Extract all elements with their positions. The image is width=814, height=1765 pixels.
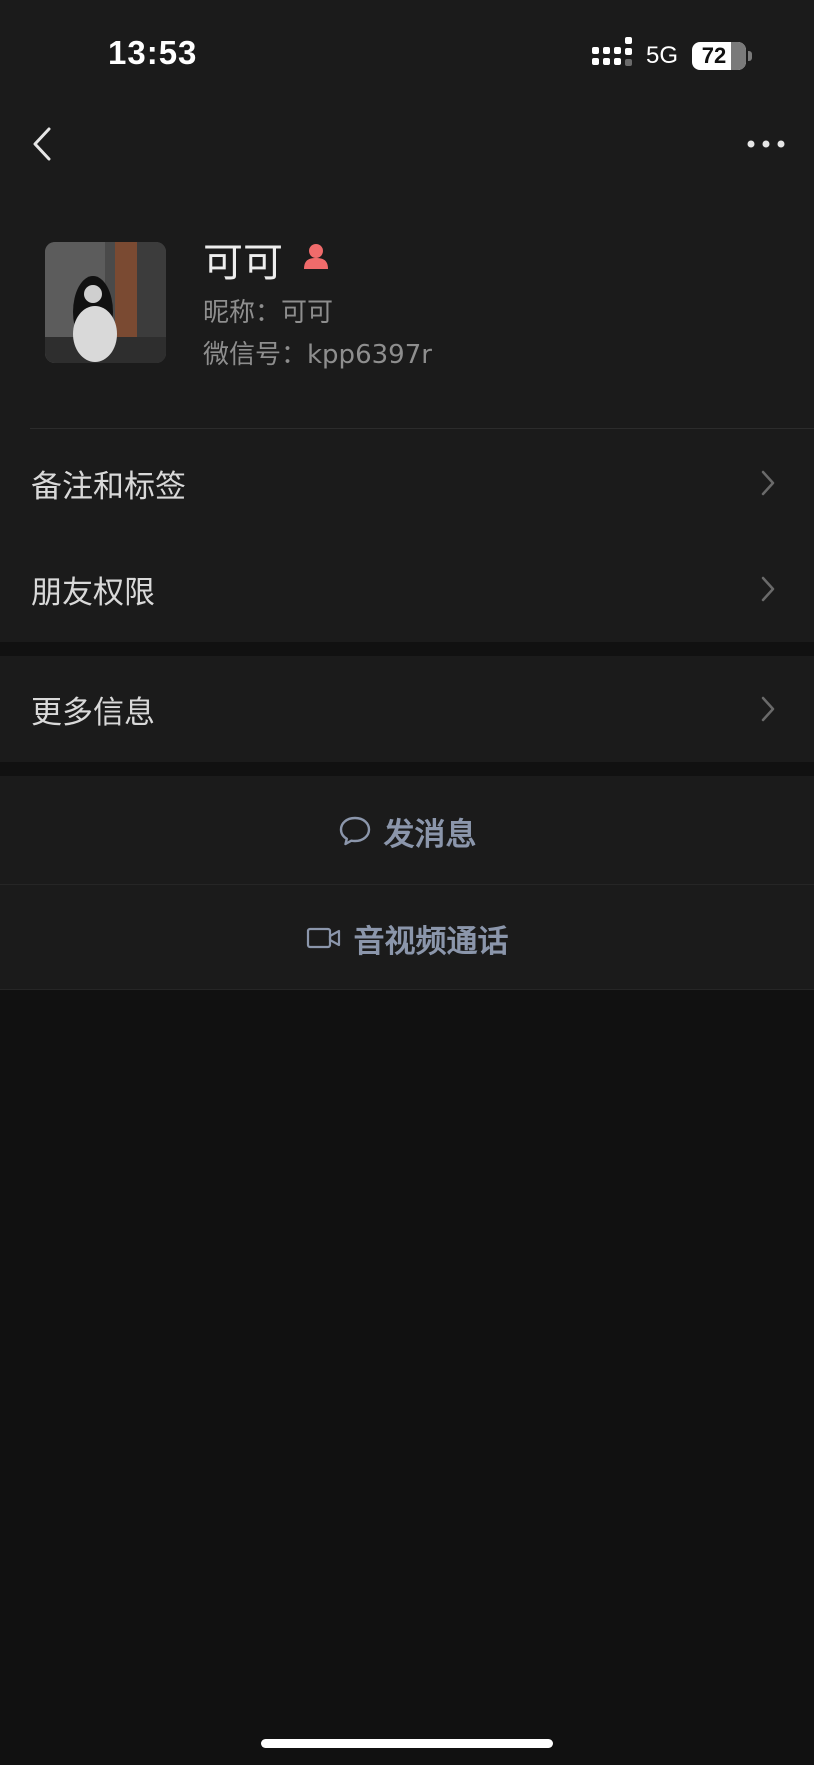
section-gap — [0, 642, 814, 656]
menu-item-label: 朋友权限 — [31, 574, 155, 611]
menu-item-remarks-tags[interactable]: 备注和标签 — [0, 430, 814, 536]
more-options-button[interactable] — [742, 126, 790, 162]
chevron-right-icon — [761, 576, 775, 602]
divider — [30, 428, 814, 429]
chat-bubble-icon — [339, 816, 370, 846]
menu-item-label: 更多信息 — [31, 694, 155, 731]
menu-item-more-info[interactable]: 更多信息 — [0, 656, 814, 762]
video-call-label: 音视频通话 — [353, 923, 509, 960]
chevron-right-icon — [761, 696, 775, 722]
video-camera-icon — [306, 927, 340, 949]
avatar-photo — [45, 242, 166, 363]
battery-icon: 72 — [692, 42, 752, 70]
home-indicator[interactable] — [261, 1739, 553, 1748]
more-dots-icon — [747, 140, 785, 148]
send-message-button[interactable]: 发消息 — [0, 778, 814, 884]
battery-level: 72 — [701, 43, 727, 68]
chevron-left-icon — [33, 127, 51, 161]
female-icon — [304, 244, 328, 269]
menu-item-friend-permissions[interactable]: 朋友权限 — [0, 536, 814, 642]
nickname-text: 昵称：可可 — [203, 298, 334, 328]
network-type: 5G — [645, 42, 678, 69]
contact-profile-screen: 13:53 5G 72 可可 昵称：可可 微信号：kpp6397r 备注和标签 … — [0, 0, 814, 1765]
divider — [0, 989, 814, 990]
status-indicators: 5G 72 — [591, 36, 752, 72]
signal-icon — [591, 36, 632, 66]
video-call-button[interactable]: 音视频通话 — [0, 885, 814, 991]
wechat-id-text: 微信号：kpp6397r — [203, 340, 432, 370]
section-gap — [0, 762, 814, 776]
back-button[interactable] — [24, 122, 60, 166]
chevron-right-icon — [761, 470, 775, 496]
menu-item-label: 备注和标签 — [31, 468, 186, 505]
avatar[interactable] — [45, 242, 166, 363]
status-time: 13:53 — [108, 34, 198, 71]
send-message-label: 发消息 — [383, 816, 477, 853]
profile-name: 可可 — [203, 240, 283, 286]
